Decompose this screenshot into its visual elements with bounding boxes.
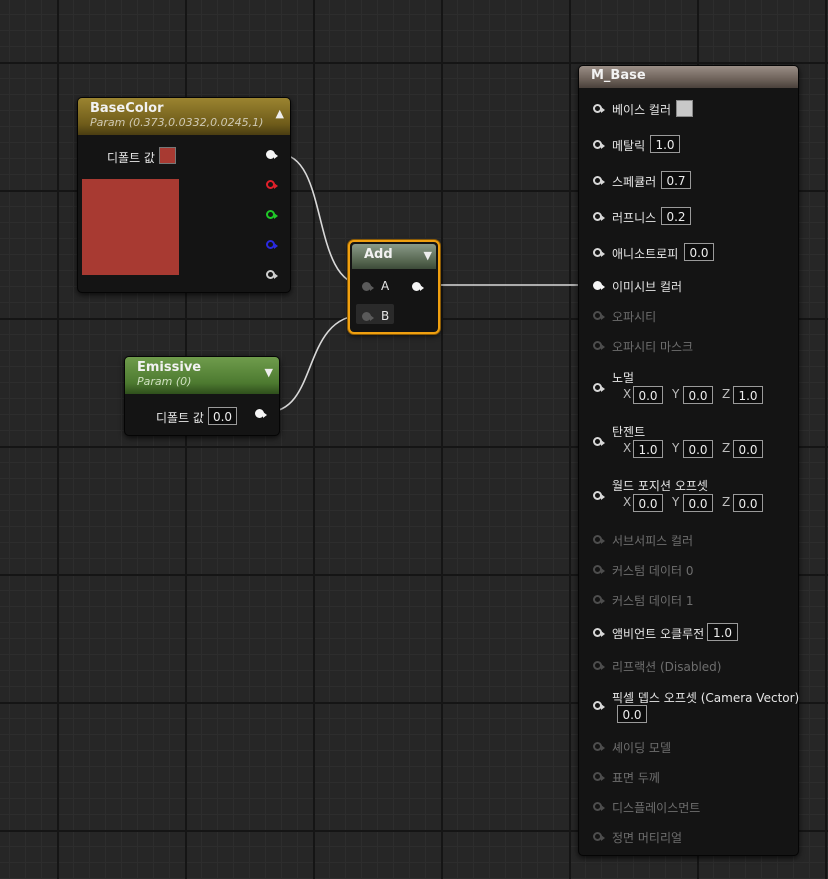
pin-custom-data-0[interactable] xyxy=(593,565,605,574)
ambient-occlusion-value[interactable]: 1.0 xyxy=(707,623,738,641)
input-label-a: A xyxy=(381,279,390,293)
pin-base-color[interactable] xyxy=(593,104,605,113)
default-value-label: 디폴트 값 xyxy=(156,411,204,425)
anisotropy-value[interactable]: 0.0 xyxy=(684,243,714,261)
label-opacity-mask: 오파시티 마스크 xyxy=(612,340,694,354)
output-pin-r[interactable] xyxy=(266,180,278,189)
chevron-up-icon[interactable]: ▲ xyxy=(276,107,284,120)
tangent-z-value[interactable]: 0.0 xyxy=(733,440,763,458)
pin-roughness[interactable] xyxy=(593,212,605,221)
add-node[interactable]: Add ▼ A B xyxy=(348,240,440,334)
pin-metallic[interactable] xyxy=(593,140,605,149)
z-label: Z xyxy=(722,495,731,509)
output-pin-b[interactable] xyxy=(266,240,278,249)
color-preview xyxy=(82,179,179,275)
label-displacement: 디스플레이스먼트 xyxy=(612,801,701,815)
add-node-header[interactable]: Add ▼ xyxy=(352,244,436,269)
x-label: X xyxy=(623,495,632,509)
pin-shading-model[interactable] xyxy=(593,742,605,751)
label-normal: 노멀 xyxy=(612,371,635,385)
node-subtitle: Param (0.373,0.0332,0.0245,1) xyxy=(90,116,264,129)
label-specular: 스페큘러 xyxy=(612,175,657,189)
pin-front-material[interactable] xyxy=(593,832,605,841)
output-pin[interactable] xyxy=(255,409,267,418)
pin-tangent[interactable] xyxy=(593,437,605,446)
default-value-field[interactable]: 0.0 xyxy=(208,407,237,425)
label-anisotropy: 애니소트로피 xyxy=(612,247,679,261)
pin-refraction[interactable] xyxy=(593,661,605,670)
y-label: Y xyxy=(672,495,680,509)
input-label-b: B xyxy=(381,309,390,323)
pin-displacement[interactable] xyxy=(593,802,605,811)
pin-emissive-color[interactable] xyxy=(593,281,605,290)
x-label: X xyxy=(623,441,632,455)
label-pixel-depth-offset: 픽셀 뎁스 오프셋 (Camera Vector) xyxy=(612,691,800,705)
label-base-color: 베이스 컬러 xyxy=(612,103,672,117)
emissive-param-node[interactable]: Emissive Param (0) ▼ 디폴트 값 0.0 xyxy=(124,356,280,436)
pin-specular[interactable] xyxy=(593,176,605,185)
normal-y-value[interactable]: 0.0 xyxy=(683,386,713,404)
wpo-z-value[interactable]: 0.0 xyxy=(733,494,763,512)
basecolor-param-node[interactable]: BaseColor Param (0.373,0.0332,0.0245,1) … xyxy=(77,97,291,293)
node-title: Emissive xyxy=(137,360,202,375)
label-tangent: 탄젠트 xyxy=(612,425,646,439)
default-value-label: 디폴트 값 xyxy=(107,151,155,165)
material-node-header[interactable]: M_Base xyxy=(579,66,798,88)
pin-anisotropy[interactable] xyxy=(593,248,605,257)
node-subtitle: Param (0) xyxy=(137,375,192,388)
label-custom-data-1: 커스텀 데이터 1 xyxy=(612,594,694,608)
emissive-node-header[interactable]: Emissive Param (0) ▼ xyxy=(125,357,279,394)
label-custom-data-0: 커스텀 데이터 0 xyxy=(612,564,694,578)
label-opacity: 오파시티 xyxy=(612,310,657,324)
wpo-x-value[interactable]: 0.0 xyxy=(633,494,663,512)
specular-value[interactable]: 0.7 xyxy=(661,171,691,189)
material-result-node[interactable]: M_Base 베이스 컬러 메탈릭 1.0 스페큘러 0.7 러프니스 0.2 … xyxy=(578,65,799,856)
label-metallic: 메탈릭 xyxy=(612,139,646,153)
tangent-y-value[interactable]: 0.0 xyxy=(683,440,713,458)
output-pin-rgb[interactable] xyxy=(266,150,278,159)
pin-subsurface-color[interactable] xyxy=(593,535,605,544)
z-label: Z xyxy=(722,441,731,455)
pin-opacity-mask[interactable] xyxy=(593,341,605,350)
basecolor-node-header[interactable]: BaseColor Param (0.373,0.0332,0.0245,1) … xyxy=(78,98,290,135)
color-swatch-small[interactable] xyxy=(159,147,176,164)
roughness-value[interactable]: 0.2 xyxy=(661,207,691,225)
input-pin-a[interactable] xyxy=(362,282,374,291)
y-label: Y xyxy=(672,387,680,401)
chevron-down-icon[interactable]: ▼ xyxy=(265,366,273,379)
tangent-x-value[interactable]: 1.0 xyxy=(633,440,663,458)
pin-world-position-offset[interactable] xyxy=(593,491,605,500)
y-label: Y xyxy=(672,441,680,455)
pin-ambient-occlusion[interactable] xyxy=(593,628,605,637)
node-title: BaseColor xyxy=(90,101,164,116)
output-pin[interactable] xyxy=(412,282,424,291)
pin-surface-thickness[interactable] xyxy=(593,772,605,781)
label-world-position-offset: 월드 포지션 오프셋 xyxy=(612,479,708,493)
node-title: M_Base xyxy=(591,68,646,83)
output-pin-g[interactable] xyxy=(266,210,278,219)
label-emissive-color: 이미시브 컬러 xyxy=(612,280,683,294)
input-pin-b[interactable] xyxy=(362,312,374,321)
output-pin-a[interactable] xyxy=(266,270,278,279)
metallic-value[interactable]: 1.0 xyxy=(650,135,680,153)
z-label: Z xyxy=(722,387,731,401)
label-subsurface-color: 서브서피스 컬러 xyxy=(612,534,694,548)
label-roughness: 러프니스 xyxy=(612,211,657,225)
label-front-material: 정면 머티리얼 xyxy=(612,831,683,845)
x-label: X xyxy=(623,387,632,401)
label-refraction: 리프랙션 (Disabled) xyxy=(612,660,722,674)
pin-opacity[interactable] xyxy=(593,311,605,320)
label-shading-model: 셰이딩 모델 xyxy=(612,741,672,755)
pixel-depth-offset-value[interactable]: 0.0 xyxy=(617,705,647,723)
wpo-y-value[interactable]: 0.0 xyxy=(683,494,713,512)
pin-pixel-depth-offset[interactable] xyxy=(593,701,605,710)
label-surface-thickness: 표면 두께 xyxy=(612,771,660,785)
pin-normal[interactable] xyxy=(593,383,605,392)
base-color-swatch[interactable] xyxy=(676,100,693,117)
normal-x-value[interactable]: 0.0 xyxy=(633,386,663,404)
normal-z-value[interactable]: 1.0 xyxy=(733,386,763,404)
chevron-down-icon[interactable]: ▼ xyxy=(424,249,432,262)
label-ambient-occlusion: 앰비언트 오클루전 xyxy=(612,627,705,641)
pin-custom-data-1[interactable] xyxy=(593,595,605,604)
